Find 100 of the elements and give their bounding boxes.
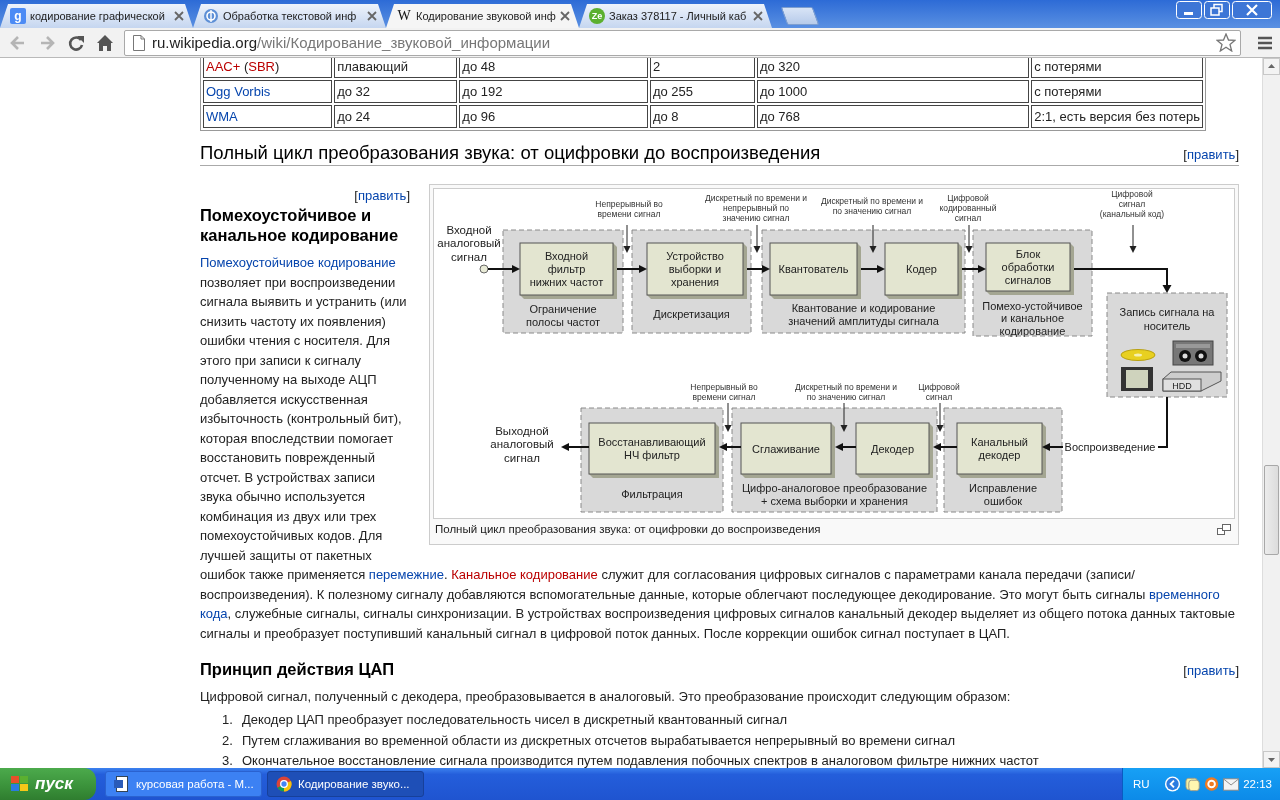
new-tab-button[interactable] (780, 7, 820, 25)
bookmark-star-icon[interactable] (1216, 33, 1236, 52)
table-cell: до 32 (334, 80, 458, 103)
taskbar-button[interactable]: Кодирование звуко... (267, 771, 424, 797)
stage-caption: Ограничение полосы частот (525, 302, 601, 328)
flow-arrow (961, 265, 986, 273)
start-button[interactable]: пуск (0, 768, 96, 800)
clock: 22:13 (1243, 778, 1272, 790)
ring-icon[interactable] (1203, 776, 1220, 792)
page-icon (132, 34, 146, 51)
disc-icon (1120, 349, 1156, 361)
signal-label: Цифровой сигнал (918, 382, 960, 402)
process-block: Сглаживание (740, 422, 835, 478)
flow-arrow (860, 265, 885, 273)
home-button[interactable] (95, 32, 115, 53)
process-block: Кодер (884, 242, 962, 299)
section-edit: [править] (1183, 662, 1239, 680)
signal-label: Дискретный по времени и по значению сигнал (820, 196, 924, 216)
scroll-thumb[interactable] (1264, 465, 1279, 555)
table-cell: до 8 (649, 105, 755, 128)
flow-arrow (561, 443, 590, 451)
site-icon: g (10, 8, 26, 24)
signal-arrow (936, 402, 944, 432)
flow-arrow (616, 265, 647, 273)
site-icon: Ze (589, 8, 605, 24)
browser-tab[interactable]: Обработка текстовой инф (193, 4, 386, 28)
subsection-heading: Принцип действия ЦАП (200, 659, 395, 679)
article-link[interactable]: AAC+ (206, 59, 241, 74)
close-window-button[interactable] (1232, 1, 1272, 19)
close-tab-icon[interactable] (560, 11, 570, 21)
scrollbar[interactable] (1262, 58, 1280, 768)
flow-arrow (479, 264, 520, 274)
process-block: Входной фильтр нижних частот (519, 242, 617, 299)
signal-arrow (1129, 224, 1137, 253)
url-text: ru.wikipedia.org/wiki/Кодирование_звуковой_информации (152, 34, 552, 51)
browser-tab[interactable]: Ze Заказ 378117 - Личный каб (579, 4, 772, 28)
section-edit: [править] (1183, 146, 1239, 164)
signal-label: Дискретный по времени и по значению сигнал (794, 382, 898, 402)
film-icon (1121, 367, 1153, 391)
tab-title: Заказ 378117 - Личный каб (609, 10, 748, 22)
process-block: Квантователь (769, 242, 861, 299)
enlarge-icon[interactable] (1217, 523, 1231, 535)
signal-label: Непрерывный во времени сигнал (690, 382, 758, 402)
article-link[interactable]: Канальное кодирование (451, 567, 598, 582)
stage-caption: Дискретизация (653, 308, 730, 320)
figure-caption: Полный цикл преобразования звука: от оцифровки до воспроизведения (435, 522, 821, 537)
signal-arrow (753, 224, 761, 253)
input-label: Входной аналоговый сигнал (437, 223, 501, 263)
close-tab-icon[interactable] (174, 11, 184, 21)
table-cell: с потерями (1031, 58, 1203, 78)
article-link[interactable]: править (1186, 147, 1236, 162)
stage-caption: Исправление ошибок (968, 481, 1038, 507)
table-cell: до 1000 (756, 80, 1030, 103)
table-cell: с потерями (1031, 80, 1203, 103)
envelope-icon[interactable] (1223, 777, 1240, 791)
table-cell: до 24 (334, 105, 458, 128)
table-cell: до 96 (459, 105, 648, 128)
signal-arrow (840, 402, 848, 432)
article-link[interactable]: временного (1148, 586, 1220, 602)
process-block: Восстанавливающий НЧ фильтр (588, 422, 719, 478)
tab-title: кодирование графической (30, 10, 166, 22)
article-link[interactable]: кода (200, 606, 228, 621)
close-tab-icon[interactable] (367, 11, 377, 21)
hdd-label: HDD (1172, 381, 1192, 391)
tab-title: Обработка текстовой инф (223, 10, 358, 22)
article-link[interactable]: перемежние (368, 567, 444, 582)
signal-label: Цифровой сигнал (канальный код) (1099, 189, 1165, 219)
process-block: Канальный декодер (956, 422, 1046, 478)
scroll-up-button[interactable] (1263, 58, 1280, 75)
process-block: Устройство выборки и хранения (646, 242, 747, 299)
article-link[interactable]: SBR (248, 59, 275, 74)
taskbar-button[interactable]: курсовая работа - М... (105, 771, 262, 797)
stage-caption: Цифро-аналоговое преобразование + схема выборки и хранения (742, 481, 927, 507)
article-link[interactable]: WMA (206, 109, 238, 124)
signal-arrow (869, 224, 877, 253)
notes-icon[interactable] (1184, 776, 1200, 792)
address-bar[interactable]: ru.wikipedia.org/wiki/Кодирование_звуковой_информации (124, 29, 1241, 56)
browser-logo-icon (276, 776, 292, 792)
article-link[interactable]: править (357, 188, 407, 203)
table-cell: 2:1, есть версия без потерь (1031, 105, 1203, 128)
article-paragraph: Цифровой сигнал, полученный с декодера, преобразовывается в аналоговый. Это преобразование происходит следующим образом: (200, 687, 1012, 706)
minimize-button[interactable] (1176, 1, 1202, 19)
flow-arrow (746, 265, 770, 273)
browser-tab[interactable]: W Кодирование звуковой инф (386, 4, 579, 28)
browser-tab[interactable]: g кодирование графической (0, 4, 193, 28)
storage-title: Запись сигнала на носитель (1119, 306, 1215, 332)
windows-flag-icon (10, 775, 30, 793)
signal-label: Непрерывный во времени сигнал (595, 199, 663, 219)
article-link[interactable]: Помехоустойчивое кодирование (200, 255, 396, 270)
article-link[interactable]: править (1186, 663, 1236, 678)
flow-arrow (719, 443, 742, 451)
restore-button[interactable] (1204, 1, 1230, 19)
table-cell: до 320 (756, 58, 1030, 78)
close-tab-icon[interactable] (753, 11, 763, 21)
chevron-icon[interactable] (1163, 775, 1181, 793)
scroll-down-button[interactable] (1263, 751, 1280, 768)
stage-caption: Фильтрация (621, 488, 683, 500)
output-label: Выходной аналоговый сигнал (490, 424, 554, 464)
process-block: Блок обработки сигналов (985, 242, 1074, 295)
article-link[interactable]: Ogg Vorbis (206, 84, 271, 99)
